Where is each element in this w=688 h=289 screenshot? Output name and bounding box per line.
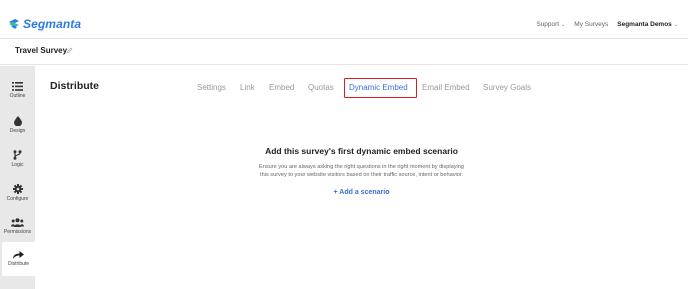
users-icon xyxy=(11,218,24,227)
support-menu[interactable]: Support ⌄ xyxy=(536,21,565,28)
brand-logo[interactable]: Segmanta xyxy=(8,17,81,31)
tab-settings[interactable]: Settings xyxy=(197,83,226,92)
top-bar: Segmanta Support ⌄ My Surveys Segmanta D… xyxy=(0,0,688,39)
sidebar-item-label: Distribute xyxy=(7,261,30,267)
share-icon xyxy=(13,251,24,259)
sidebar-item-label: Design xyxy=(9,128,26,134)
tab-dynamic-embed[interactable]: Dynamic Embed xyxy=(349,83,408,92)
empty-state-description: Ensure you are always asking the right q… xyxy=(35,163,688,179)
pencil-icon[interactable] xyxy=(66,47,73,54)
support-label: Support xyxy=(536,21,560,28)
sidebar-item-permissions[interactable]: Permissions xyxy=(0,210,35,244)
branch-icon xyxy=(13,150,22,160)
gear-icon xyxy=(12,184,23,194)
brand-name: Segmanta xyxy=(23,17,82,31)
sidebar-item-configure[interactable]: Configure xyxy=(0,176,35,210)
empty-state-title: Add this survey's first dynamic embed sc… xyxy=(265,146,458,156)
org-menu[interactable]: Segmanta Demos ⌄ xyxy=(617,21,678,28)
chevron-down-icon: ⌄ xyxy=(561,21,566,28)
empty-state-description-line: this survey to your website visitors bas… xyxy=(260,172,463,178)
tab-quotas[interactable]: Quotas xyxy=(308,83,334,92)
survey-title: Travel Survey xyxy=(15,46,68,55)
sidebar-item-label: Logic xyxy=(11,162,24,168)
survey-title-bar: Travel Survey xyxy=(0,39,688,65)
sidebar-item-label: Configure xyxy=(6,196,29,202)
droplet-icon xyxy=(13,116,22,126)
tab-survey-goals[interactable]: Survey Goals xyxy=(483,83,531,92)
sidebar-item-design[interactable]: Design xyxy=(0,108,35,142)
sidebar: Outline Design Logic Configure Permissio… xyxy=(0,66,35,289)
distribute-tabs: Settings Link Embed Quotas Dynamic Embed… xyxy=(35,78,688,98)
add-scenario-button[interactable]: + Add a scenario xyxy=(35,189,688,196)
tab-embed[interactable]: Embed xyxy=(269,83,294,92)
tab-email-embed[interactable]: Email Embed xyxy=(422,83,470,92)
segmanta-logo-icon xyxy=(9,19,19,29)
tab-link[interactable]: Link xyxy=(240,83,255,92)
my-surveys-label: My Surveys xyxy=(574,21,609,28)
empty-state-description-line: Ensure you are always asking the right q… xyxy=(259,164,464,170)
sidebar-item-logic[interactable]: Logic xyxy=(0,142,35,176)
main-content: Distribute Settings Link Embed Quotas Dy… xyxy=(35,66,688,289)
sidebar-item-distribute[interactable]: Distribute xyxy=(2,242,35,276)
sidebar-item-label: Permissions xyxy=(3,229,32,235)
sidebar-item-label: Outline xyxy=(9,93,26,99)
chevron-down-icon: ⌄ xyxy=(673,21,678,28)
my-surveys-link[interactable]: My Surveys xyxy=(574,21,608,28)
org-label: Segmanta Demos xyxy=(617,21,672,28)
top-nav: Support ⌄ My Surveys Segmanta Demos ⌄ xyxy=(527,21,678,28)
list-icon xyxy=(12,82,23,91)
sidebar-item-outline[interactable]: Outline xyxy=(0,74,35,108)
